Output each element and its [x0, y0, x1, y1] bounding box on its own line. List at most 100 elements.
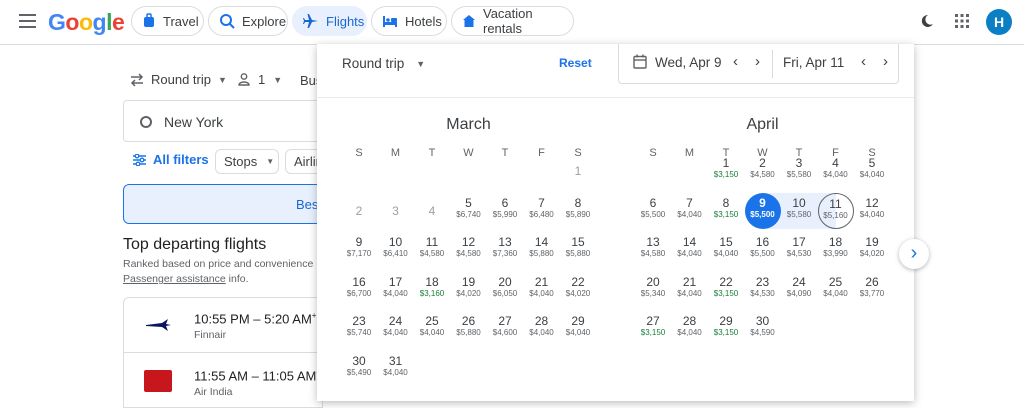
selected-depart-day[interactable]: 9 $5,500	[744, 192, 781, 229]
calendar-day[interactable]: 5 $4,040	[854, 153, 890, 189]
next-month-button[interactable]: ›	[899, 239, 929, 269]
calendar-day[interactable]: 21 $4,040	[672, 272, 708, 308]
day-price: $4,040	[677, 249, 702, 258]
calendar-day[interactable]: 26 $3,770	[854, 272, 890, 308]
passenger-select[interactable]: 1 ▼	[238, 72, 282, 87]
stops-filter[interactable]: Stops ▼	[215, 149, 279, 174]
nav-travel[interactable]: Travel	[131, 6, 204, 36]
calendar-day[interactable]: 6 $5,500	[635, 193, 671, 229]
best-tab[interactable]: Bes	[123, 184, 323, 224]
calendar-day[interactable]: 4 $4,040	[818, 153, 854, 189]
day-number: 5	[465, 195, 472, 210]
calendar-day[interactable]: 9 $7,170	[341, 232, 377, 268]
calendar-day[interactable]: 19 $4,020	[451, 272, 487, 308]
flight-card[interactable]: 11:55 AM – 11:05 AM+1 Air India	[123, 352, 326, 408]
trip-type-select[interactable]: Round trip ▼	[130, 72, 227, 87]
day-number: 19	[865, 235, 879, 249]
calendar-day[interactable]: 10 $6,410	[378, 232, 414, 268]
passenger-assistance-link[interactable]: Passenger assistance	[123, 273, 226, 285]
nav-hotels[interactable]: Hotels	[371, 6, 447, 36]
calendar-day[interactable]: 28 $4,040	[524, 311, 560, 347]
nav-flights[interactable]: Flights	[292, 6, 367, 36]
return-prev-icon[interactable]: ‹	[861, 53, 866, 70]
calendar-day[interactable]: 15 $5,880	[560, 232, 596, 268]
calendar-day[interactable]: 20 $5,340	[635, 272, 671, 308]
calendar-day[interactable]: 19 $4,020	[854, 232, 890, 268]
calendar-day[interactable]: 5 $6,740	[451, 193, 487, 229]
calendar-day[interactable]: 25 $4,040	[818, 272, 854, 308]
calendar-day[interactable]: 6 $5,990	[487, 193, 523, 229]
calendar-day[interactable]: 10 $5,580	[781, 193, 817, 229]
calendar-day[interactable]: 27 $4,600	[487, 311, 523, 347]
calendar-day[interactable]: 11 $4,580	[414, 232, 450, 268]
avatar[interactable]: H	[986, 9, 1012, 35]
calendar-day[interactable]: 17 $4,530	[781, 232, 817, 268]
nav-explore[interactable]: Explore	[208, 6, 288, 36]
calendar-day[interactable]: 23 $5,740	[341, 311, 377, 347]
calendar-day[interactable]: 1 $3,150	[708, 153, 744, 189]
origin-field[interactable]: New York	[123, 100, 343, 142]
calendar-day[interactable]: 21 $4,040	[524, 272, 560, 308]
calendar-day[interactable]: 14 $4,040	[672, 232, 708, 268]
flight-icon	[303, 14, 318, 28]
calendar-day[interactable]: 18 $3,990	[818, 232, 854, 268]
calendar-day[interactable]: 17 $4,040	[378, 272, 414, 308]
calendar-day[interactable]: 13 $4,580	[635, 232, 671, 268]
calendar-day[interactable]: 3 $5,580	[781, 153, 817, 189]
passenger-count: 1	[258, 72, 266, 87]
calendar-day[interactable]: 26 $5,880	[451, 311, 487, 347]
calendar-day[interactable]: 28 $4,040	[672, 311, 708, 347]
calendar-day[interactable]: 27 $3,150	[635, 311, 671, 347]
calendar-day[interactable]: 16 $5,500	[745, 232, 781, 268]
calendar-day[interactable]: 16 $6,700	[341, 272, 377, 308]
calendar-day[interactable]: 29 $4,040	[560, 311, 596, 347]
day-price: $4,580	[750, 170, 775, 179]
calendar-day[interactable]: 2 $4,580	[745, 153, 781, 189]
chevron-down-icon: ▼	[217, 74, 227, 85]
calendar-day[interactable]: 12 $4,580	[451, 232, 487, 268]
apps-grid-icon[interactable]	[955, 14, 969, 28]
calendar-day[interactable]: 24 $4,040	[378, 311, 414, 347]
flight-card[interactable]: 10:55 PM – 5:20 AM+2 Finnair	[123, 297, 323, 353]
all-filters-button[interactable]: All filters	[133, 152, 209, 167]
calendar-day[interactable]: 7 $6,480	[524, 193, 560, 229]
calendar-day[interactable]: 18 $3,160	[414, 272, 450, 308]
calendar-day[interactable]: 12 $4,040	[854, 193, 890, 229]
calendar-day[interactable]: 30 $4,590	[745, 311, 781, 347]
calendar-day[interactable]: 31 $4,040	[378, 351, 414, 387]
calendar-day[interactable]: 8 $3,150	[708, 193, 744, 229]
calendar-day[interactable]: 7 $4,040	[672, 193, 708, 229]
flight-time: 10:55 PM – 5:20 AM	[194, 311, 312, 327]
depart-next-icon[interactable]: ›	[755, 53, 760, 70]
depart-date-field[interactable]: Wed, Apr 9	[655, 55, 722, 70]
calendar-day[interactable]: 14 $5,880	[524, 232, 560, 268]
selected-return-day[interactable]: 11 $5,160	[817, 192, 854, 229]
depart-prev-icon[interactable]: ‹	[733, 53, 738, 70]
calendar-day[interactable]: 8 $5,890	[560, 193, 596, 229]
day-price: $3,990	[823, 249, 848, 258]
calendar-day[interactable]: 23 $4,530	[745, 272, 781, 308]
calendar-day[interactable]: 22 $4,020	[560, 272, 596, 308]
calendar-day[interactable]: 24 $4,090	[781, 272, 817, 308]
cal-trip-type-select[interactable]: Round trip ▼	[342, 56, 425, 71]
calendar-day[interactable]: 22 $3,150	[708, 272, 744, 308]
day-number: 22	[571, 274, 585, 289]
return-next-icon[interactable]: ›	[883, 53, 888, 70]
google-logo[interactable]: Google	[48, 9, 125, 36]
return-date-field[interactable]: Fri, Apr 11	[783, 55, 844, 70]
calendar-day[interactable]: 20 $6,050	[487, 272, 523, 308]
calendar-day[interactable]: 13 $7,360	[487, 232, 523, 268]
reset-button[interactable]: Reset	[559, 56, 592, 70]
filter-icon	[133, 153, 146, 166]
nav-vacation-rentals[interactable]: Vacation rentals	[451, 6, 574, 36]
day-price: $3,150	[713, 170, 739, 179]
dark-mode-icon[interactable]	[919, 13, 935, 29]
day-price: $3,150	[713, 288, 739, 298]
results-subheading-row: Ranked based on price and convenience i	[123, 258, 330, 270]
calendar-day[interactable]: 25 $4,040	[414, 311, 450, 347]
calendar-day[interactable]: 30 $5,490	[341, 351, 377, 387]
calendar-day[interactable]: 29 $3,150	[708, 311, 744, 347]
menu-icon[interactable]	[19, 13, 37, 29]
calendar-day[interactable]: 15 $4,040	[708, 232, 744, 268]
day-price: $4,040	[383, 367, 408, 377]
